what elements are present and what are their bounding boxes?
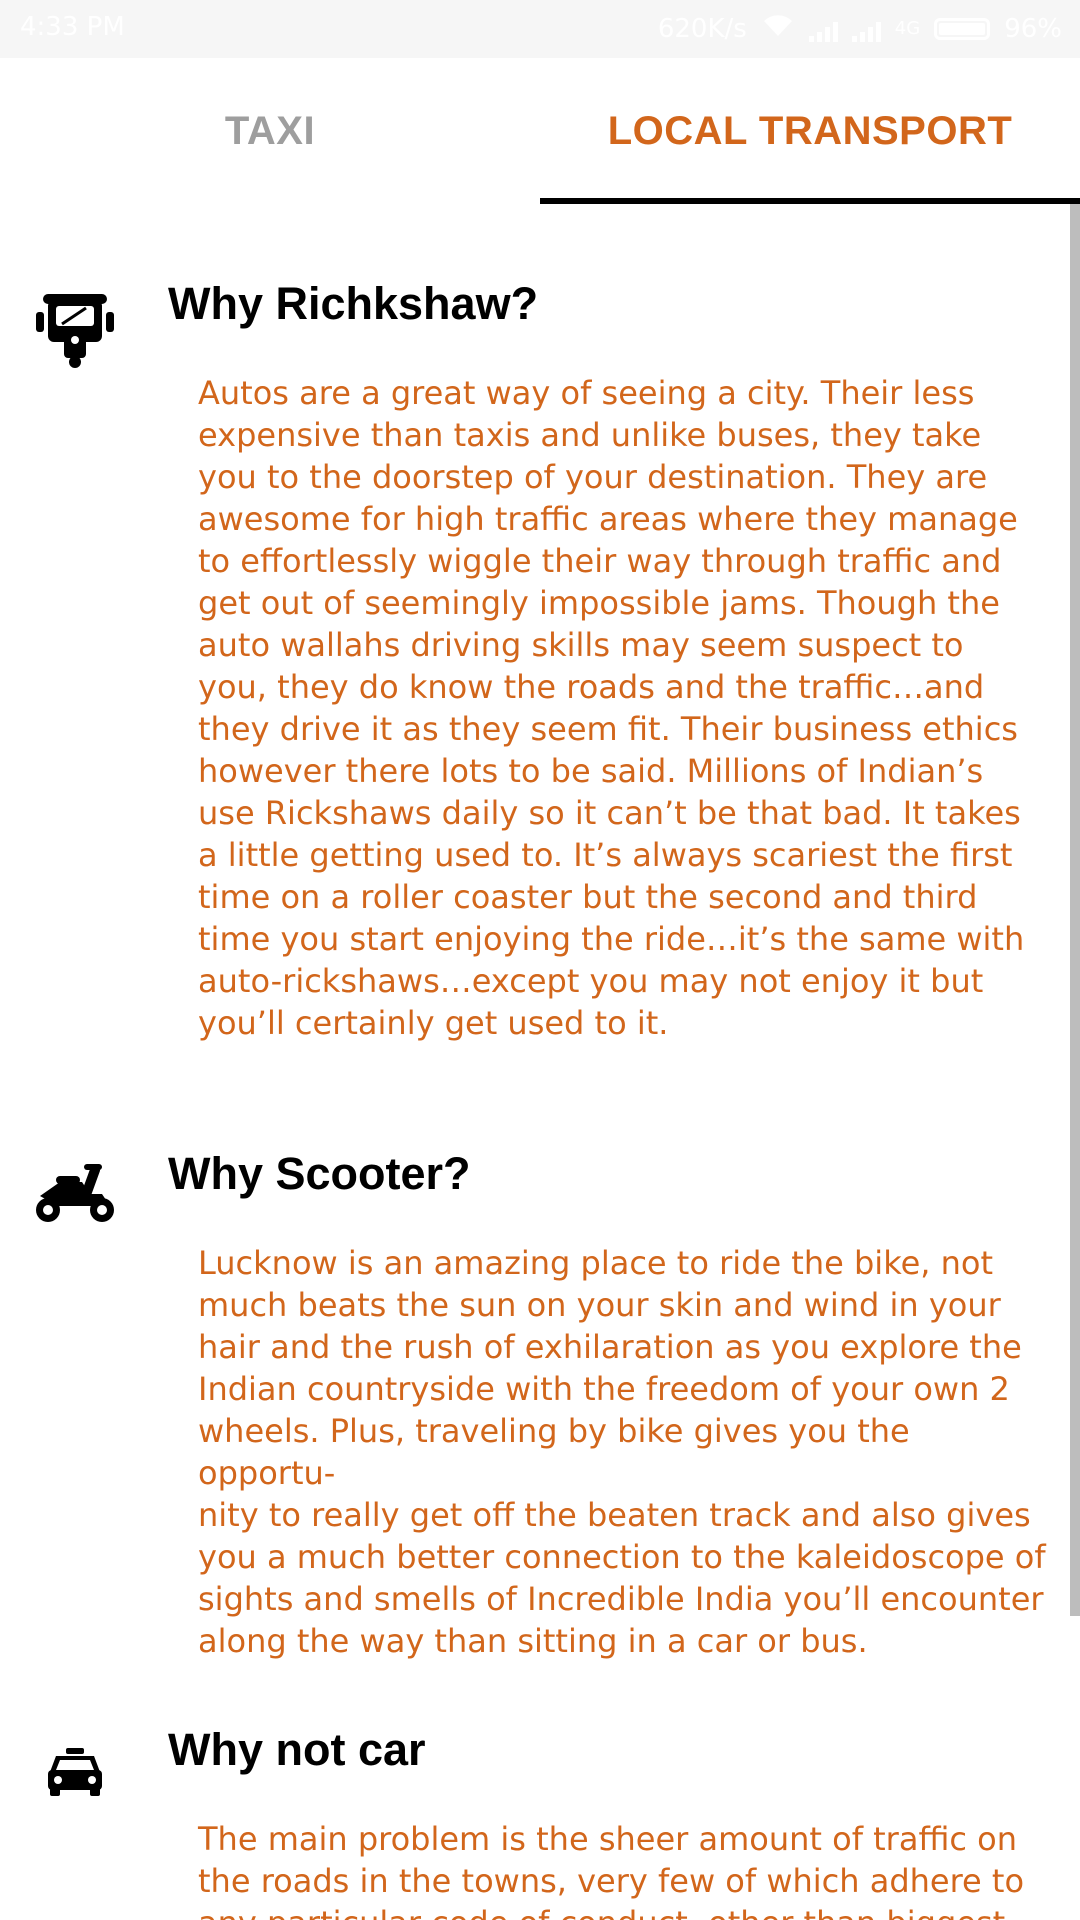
section-title: Why not car <box>168 1724 426 1775</box>
battery-level: 96% <box>1004 13 1062 44</box>
network-speed: 620K/s <box>657 13 747 44</box>
scooter-icon <box>30 1150 120 1240</box>
tab-taxi[interactable]: TAXI <box>0 58 540 204</box>
status-bar: 4:33 PM 620K/s 4G 96% <box>0 0 1080 58</box>
tab-local-transport[interactable]: LOCAL TRANSPORT <box>540 58 1080 204</box>
section-body: Autos are a great way of seeing a city. … <box>198 374 1025 1042</box>
content-scroll-area[interactable]: Why Richkshaw? Autos are a great way of … <box>0 204 1080 1920</box>
car-icon <box>30 1726 120 1816</box>
tab-bar: TAXI LOCAL TRANSPORT <box>0 58 1080 204</box>
scrollbar[interactable] <box>1070 204 1080 1616</box>
status-indicators: 620K/s 4G 96% <box>658 12 1062 45</box>
network-type: 4G <box>894 18 921 39</box>
status-time: 4:33 PM <box>20 12 125 42</box>
signal-icon-2 <box>851 16 881 42</box>
section-body: Lucknow is an amazing place to ride the … <box>198 1244 1046 1660</box>
section-body: The main problem is the sheer amount of … <box>198 1820 1025 1920</box>
wifi-icon <box>761 12 795 45</box>
signal-icon <box>808 16 838 42</box>
section-title: Why Scooter? <box>168 1148 471 1199</box>
battery-icon <box>934 17 991 40</box>
section-title: Why Richkshaw? <box>168 278 539 329</box>
auto-rickshaw-icon <box>30 280 120 370</box>
